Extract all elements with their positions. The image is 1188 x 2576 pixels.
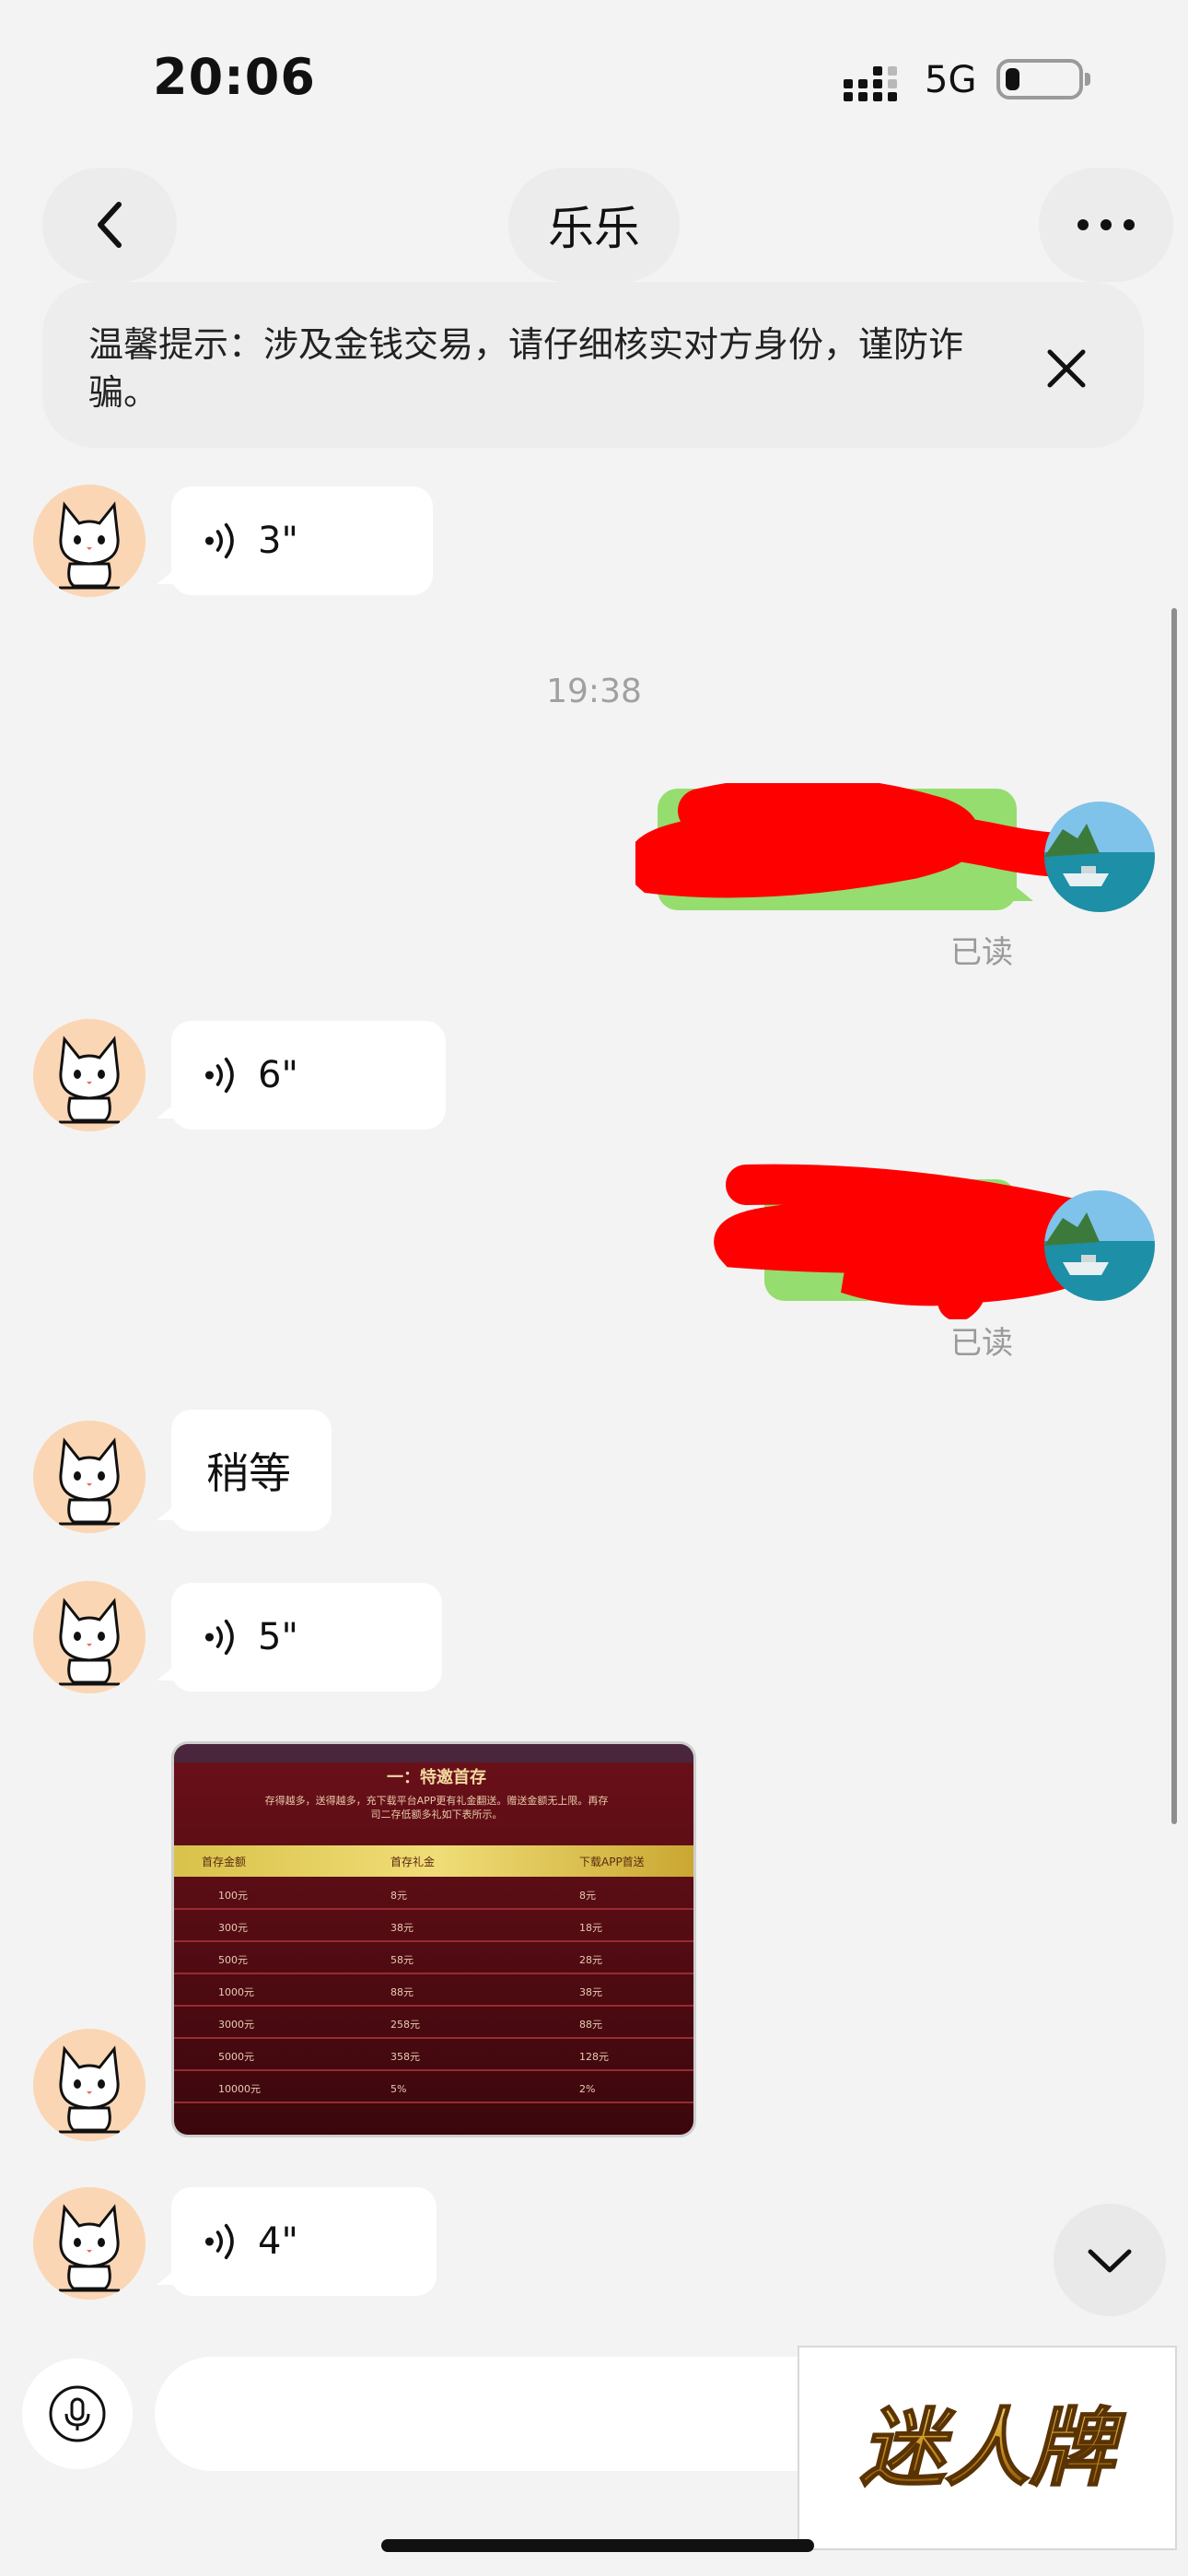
image-table-divider [174, 1908, 693, 1910]
image-table-cell: 8元 [579, 1890, 596, 1902]
text-message[interactable]: 稍等 [157, 1410, 332, 1531]
contact-avatar[interactable] [33, 1581, 146, 1693]
image-table-divider [174, 2037, 693, 2039]
image-table-cell: 38元 [390, 1922, 413, 1934]
image-table-cell: 88元 [390, 1986, 413, 1998]
image-table-cell: 18元 [579, 1922, 602, 1934]
image-table: 一：特邀首存 存得越多，送得越多，充下载平台APP更有礼金翻送。赠送金额无上限。… [174, 1744, 693, 2135]
notice-close-button[interactable] [1031, 334, 1101, 404]
image-table-cell: 2% [579, 2083, 595, 2095]
chat-title[interactable]: 乐乐 [508, 168, 680, 282]
scrollbar[interactable] [1171, 608, 1177, 1824]
image-message[interactable]: 一：特邀首存 存得越多，送得越多，充下载平台APP更有礼金翻送。赠送金额无上限。… [171, 1741, 696, 2137]
image-table-header: 首存礼金 [390, 1855, 435, 1868]
status-time: 20:06 [153, 48, 316, 106]
voice-duration: 6" [258, 1054, 298, 1096]
voice-duration: 4" [258, 2220, 298, 2263]
back-button[interactable] [42, 168, 177, 282]
image-table-cell: 10000元 [218, 2083, 261, 2095]
fraud-notice-text: 温馨提示：涉及金钱交易，请仔细核实对方身份，谨防诈骗。 [88, 324, 964, 413]
text-message-content: 稍等 [206, 1448, 291, 1498]
contact-avatar[interactable] [33, 485, 146, 597]
my-avatar[interactable] [1044, 802, 1155, 912]
microphone-icon [49, 2385, 106, 2442]
voice-wave-icon [204, 1616, 241, 1658]
network-label: 5G [925, 59, 977, 101]
image-table-cell: 8元 [390, 1890, 407, 1902]
image-table-cell: 258元 [390, 2019, 420, 2031]
image-table-note: 存得越多，送得越多，充下载平台APP更有礼金翻送。赠送金额无上限。再存司二存低额… [264, 1795, 609, 1821]
voice-message[interactable]: 5" [157, 1583, 442, 1692]
read-receipt: 已读 [950, 1325, 1013, 1362]
scroll-to-bottom-button[interactable] [1054, 2204, 1166, 2316]
voice-message[interactable]: 6" [157, 1021, 446, 1130]
image-table-cell: 38元 [579, 1986, 602, 1998]
read-receipt: 已读 [950, 934, 1013, 971]
image-table-divider [174, 2069, 693, 2071]
battery-level [1006, 68, 1019, 90]
voice-wave-icon [204, 1054, 241, 1096]
contact-avatar[interactable] [33, 1019, 146, 1131]
image-table-cell: 88元 [579, 2019, 602, 2031]
contact-avatar[interactable] [33, 2029, 146, 2141]
battery-icon [996, 59, 1090, 100]
image-table-header: 首存金额 [202, 1855, 246, 1868]
more-button[interactable] [1039, 168, 1173, 282]
close-icon [1047, 349, 1086, 388]
more-icon [1077, 219, 1135, 230]
image-table-cell: 100元 [218, 1890, 248, 1902]
voice-duration: 5" [258, 1616, 298, 1658]
message-timestamp: 19:38 [546, 673, 642, 710]
image-table-cell: 300元 [218, 1922, 248, 1934]
image-table-cell: 128元 [579, 2051, 609, 2063]
chevron-down-icon [1088, 2249, 1132, 2273]
signal-icon [844, 66, 897, 101]
image-table-divider [174, 2102, 693, 2103]
image-table-cell: 3000元 [218, 2019, 254, 2031]
home-indicator[interactable] [381, 2539, 814, 2552]
voice-wave-icon [204, 2220, 241, 2263]
image-table-cell: 28元 [579, 1954, 602, 1966]
image-table-divider [174, 1940, 693, 1942]
my-avatar[interactable] [1044, 1190, 1155, 1301]
svg-text:迷人牌: 迷人牌 [860, 2399, 1126, 2498]
voice-message[interactable]: 4" [157, 2187, 437, 2296]
voice-message[interactable]: 3" [157, 486, 433, 595]
voice-duration: 3" [258, 520, 298, 562]
voice-wave-icon [204, 520, 241, 562]
image-table-cell: 58元 [390, 1954, 413, 1966]
image-table-cell: 1000元 [218, 1986, 254, 1998]
image-table-title: 一：特邀首存 [387, 1767, 486, 1787]
voice-input-button[interactable] [22, 2359, 133, 2469]
image-table-cell: 500元 [218, 1954, 248, 1966]
contact-avatar[interactable] [33, 2187, 146, 2300]
back-arrow-icon [98, 202, 122, 248]
image-table-divider [174, 1973, 693, 1974]
image-table-header: 下载APP首送 [579, 1855, 645, 1868]
watermark-logo-art: 迷人牌 [859, 2398, 1127, 2499]
watermark-logo: 迷人牌 [798, 2346, 1177, 2550]
image-table-divider [174, 2005, 693, 2007]
image-table-cell: 5000元 [218, 2051, 254, 2063]
contact-avatar[interactable] [33, 1421, 146, 1533]
image-table-cell: 358元 [390, 2051, 420, 2063]
image-table-cell: 5% [390, 2083, 406, 2095]
